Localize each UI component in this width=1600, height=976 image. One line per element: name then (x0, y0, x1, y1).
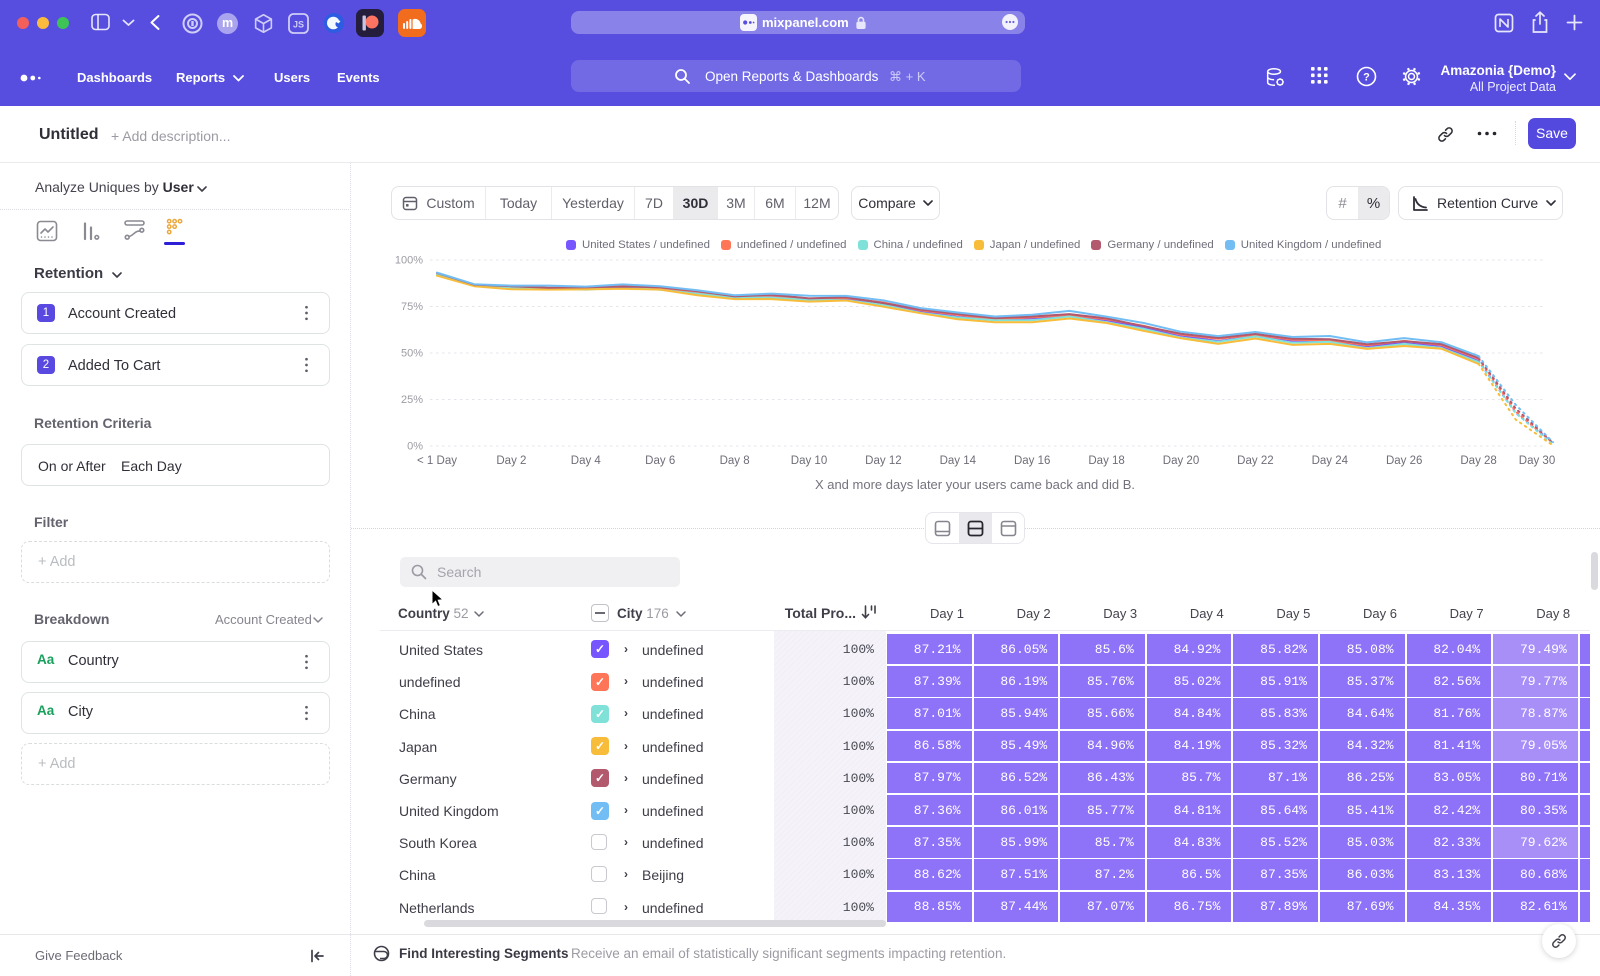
svg-text:?: ? (1363, 72, 1370, 84)
svg-text:X and more days later your use: X and more days later your users came ba… (815, 477, 1135, 492)
svg-text:50%: 50% (401, 348, 423, 360)
svg-text:Day 20: Day 20 (1163, 455, 1199, 467)
svg-text:Day 16: Day 16 (1014, 455, 1050, 467)
svg-text:Day 4: Day 4 (571, 455, 602, 467)
svg-text:JS: JS (293, 20, 304, 30)
svg-text:Day 22: Day 22 (1237, 455, 1273, 467)
svg-text:Day 6: Day 6 (645, 455, 675, 467)
svg-text:25%: 25% (401, 394, 423, 406)
svg-text:Day 12: Day 12 (865, 455, 901, 467)
svg-text:Day 18: Day 18 (1088, 455, 1124, 467)
svg-text:Day 26: Day 26 (1386, 455, 1422, 467)
svg-text:Day 24: Day 24 (1312, 455, 1349, 467)
svg-text:Day 30: Day 30 (1519, 455, 1555, 467)
svg-text:Day 14: Day 14 (940, 455, 977, 467)
svg-text:75%: 75% (401, 301, 423, 313)
svg-text:Day 10: Day 10 (791, 455, 827, 467)
svg-text:100%: 100% (395, 255, 423, 267)
svg-text:< 1 Day: < 1 Day (417, 455, 457, 467)
svg-text:Day 8: Day 8 (720, 455, 750, 467)
svg-text:Day 28: Day 28 (1460, 455, 1496, 467)
svg-text:Day 2: Day 2 (496, 455, 526, 467)
svg-text:0%: 0% (407, 441, 423, 453)
